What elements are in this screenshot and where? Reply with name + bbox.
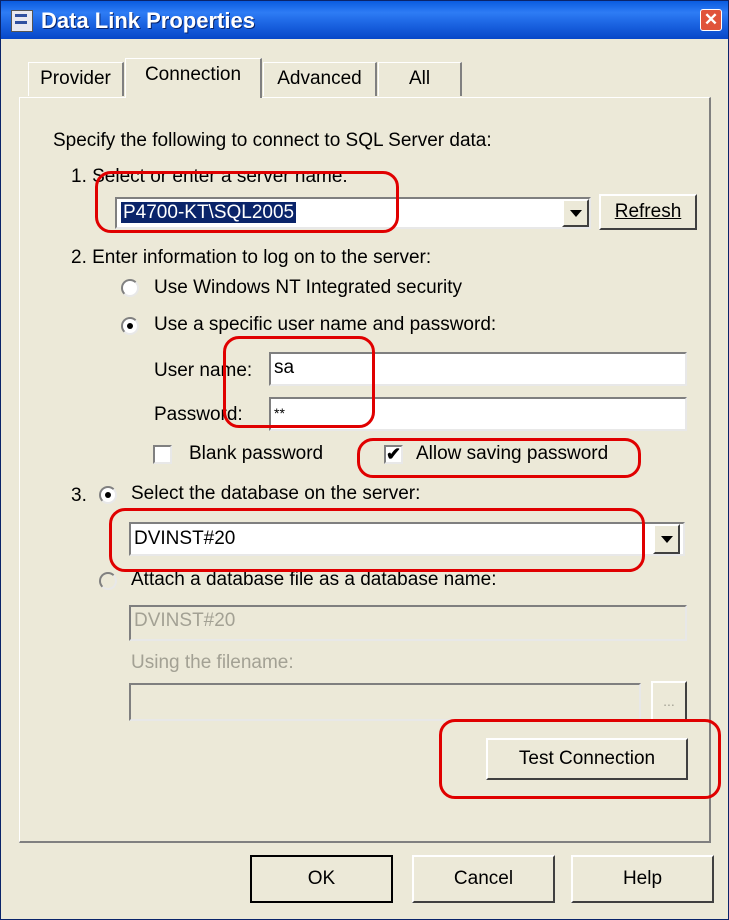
cancel-button[interactable]: Cancel [412, 855, 555, 903]
intro-text: Specify the following to connect to SQL … [53, 130, 492, 151]
windows-nt-security-radio[interactable] [121, 279, 139, 297]
logon-info-label: 2. Enter information to log on to the se… [71, 247, 432, 268]
specific-user-radio[interactable] [121, 317, 139, 335]
server-name-value: P4700-KT\SQL2005 [121, 202, 297, 223]
blank-password-label[interactable]: Blank password [189, 443, 323, 465]
attach-database-radio[interactable] [99, 572, 117, 590]
data-link-icon [11, 10, 33, 32]
ok-button[interactable]: OK [250, 855, 393, 903]
attach-database-label[interactable]: Attach a database file as a database nam… [131, 569, 496, 591]
username-label: User name: [154, 360, 253, 381]
tab-connection[interactable]: Connection [125, 58, 262, 98]
test-connection-button[interactable]: Test Connection [486, 738, 688, 780]
server-name-label: 1. Select or enter a server name: [71, 166, 348, 187]
step3-number: 3. [71, 485, 87, 506]
database-combobox[interactable]: DVINST#20 [129, 522, 685, 556]
filename-label: Using the filename: [131, 652, 294, 673]
specific-user-label[interactable]: Use a specific user name and password: [154, 314, 496, 336]
test-connection-label: Test Connection [518, 748, 656, 769]
server-name-combobox[interactable]: P4700-KT\SQL2005 [115, 197, 591, 229]
help-button[interactable]: Help [571, 855, 714, 903]
server-dropdown-arrow-icon[interactable] [562, 199, 589, 227]
select-database-label[interactable]: Select the database on the server: [131, 483, 420, 505]
password-input[interactable]: ** [269, 397, 687, 431]
database-dropdown-arrow-icon[interactable] [653, 524, 680, 554]
tab-advanced[interactable]: Advanced [263, 62, 377, 96]
attach-database-name-input[interactable]: DVINST#20 [129, 605, 687, 641]
browse-file-button[interactable]: ... [651, 681, 687, 721]
close-button[interactable]: ✕ [700, 9, 722, 31]
password-label: Password: [154, 404, 243, 425]
data-link-properties-window: Data Link Properties ✕ Provider Connecti… [0, 0, 729, 920]
refresh-button[interactable]: Refresh [599, 194, 697, 230]
blank-password-checkbox[interactable] [153, 445, 172, 464]
filename-input[interactable] [129, 683, 641, 721]
tab-provider[interactable]: Provider [28, 62, 124, 96]
window-title: Data Link Properties [41, 8, 255, 33]
select-database-radio[interactable] [99, 486, 117, 504]
title-bar[interactable]: Data Link Properties ✕ [1, 1, 728, 39]
windows-nt-security-label[interactable]: Use Windows NT Integrated security [154, 277, 462, 299]
tab-all[interactable]: All [378, 62, 462, 96]
allow-saving-password-label[interactable]: Allow saving password [416, 443, 608, 465]
username-input[interactable]: sa [269, 352, 687, 386]
refresh-label: Refresh [614, 201, 682, 222]
allow-saving-password-checkbox[interactable]: ✔ [384, 445, 403, 464]
